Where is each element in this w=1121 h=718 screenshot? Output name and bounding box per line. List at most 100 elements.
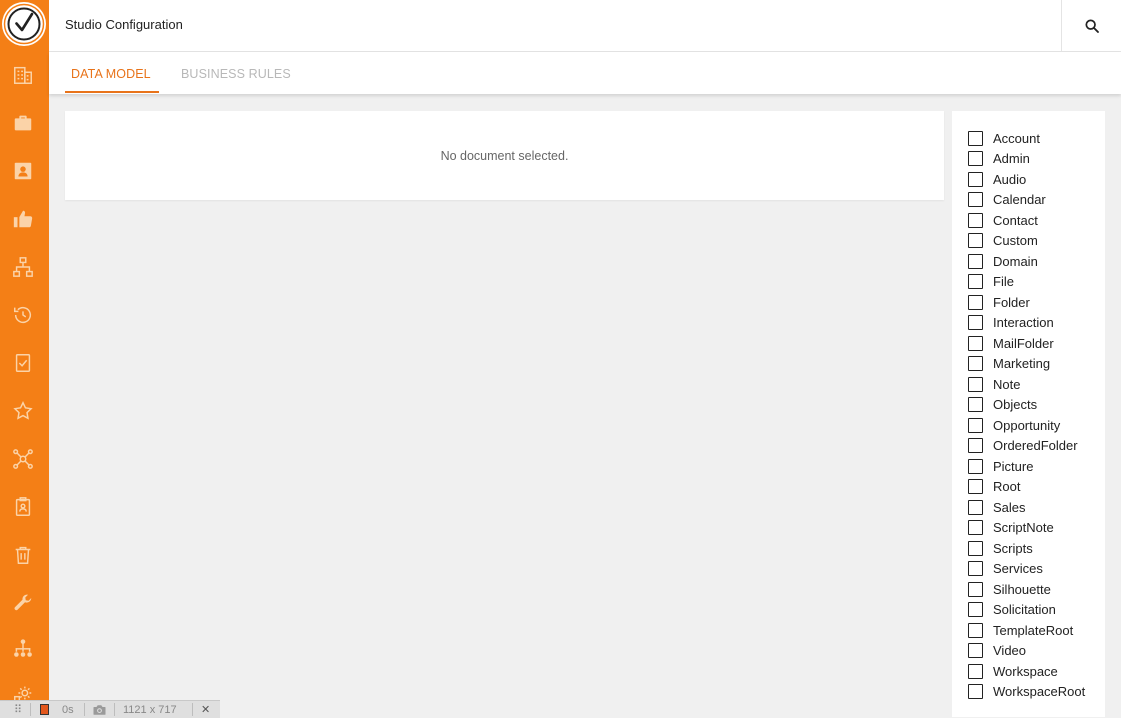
- filter-label: Folder: [993, 294, 1030, 310]
- filter-item[interactable]: Root: [968, 478, 1020, 496]
- search-icon: [1084, 18, 1099, 33]
- filter-item[interactable]: Calendar: [968, 191, 1046, 209]
- filter-checkbox[interactable]: [968, 643, 983, 658]
- filter-item[interactable]: Sales: [968, 498, 1026, 516]
- drag-handle-icon[interactable]: ⠿: [14, 701, 22, 718]
- filter-item[interactable]: Admin: [968, 150, 1030, 168]
- filter-item[interactable]: Video: [968, 642, 1026, 660]
- filter-checkbox[interactable]: [968, 171, 983, 187]
- filter-item[interactable]: Account: [968, 129, 1040, 147]
- filter-checkbox[interactable]: [968, 151, 983, 166]
- filter-label: Scripts: [993, 540, 1033, 556]
- briefcase-icon[interactable]: [10, 110, 36, 136]
- filter-checkbox[interactable]: [968, 602, 983, 617]
- active-tab-indicator: [65, 91, 159, 93]
- filter-checkbox[interactable]: [968, 253, 983, 269]
- filter-label: Opportunity: [993, 417, 1061, 433]
- filter-item[interactable]: Contact: [968, 211, 1038, 229]
- tab-business-rules[interactable]: BUSINESS RULES: [181, 67, 291, 81]
- history-icon[interactable]: [10, 302, 36, 328]
- filter-checkbox[interactable]: [968, 458, 983, 474]
- filter-item[interactable]: ScriptNote: [968, 519, 1054, 537]
- filter-checkbox[interactable]: [968, 315, 983, 330]
- record-indicator-icon[interactable]: [40, 701, 49, 718]
- filter-item[interactable]: Silhouette: [968, 580, 1051, 598]
- filter-label: OrderedFolder: [993, 438, 1078, 453]
- empty-state-message: No document selected.: [440, 149, 569, 163]
- filter-label: Interaction: [993, 315, 1054, 330]
- filter-checkbox[interactable]: [968, 561, 983, 576]
- camera-icon[interactable]: [92, 701, 107, 718]
- wrench-icon[interactable]: [10, 590, 36, 616]
- clipboard-user-icon[interactable]: [10, 494, 36, 520]
- filter-item[interactable]: WorkspaceRoot: [968, 683, 1085, 701]
- dimensions-text: 1121 x 717: [123, 703, 177, 716]
- filter-label: Workspace: [993, 663, 1058, 679]
- filter-item[interactable]: TemplateRoot: [968, 621, 1073, 639]
- filter-item[interactable]: MailFolder: [968, 334, 1054, 352]
- app-logo-icon[interactable]: [1, 1, 47, 47]
- network-icon[interactable]: [10, 446, 36, 472]
- filter-checkbox[interactable]: [968, 397, 983, 412]
- filter-checkbox[interactable]: [968, 520, 983, 535]
- filter-checkbox[interactable]: [968, 479, 983, 494]
- filter-label: Audio: [993, 171, 1027, 187]
- filter-label: Calendar: [993, 192, 1046, 207]
- filter-checkbox[interactable]: [968, 540, 983, 556]
- filter-item[interactable]: Workspace: [968, 662, 1058, 680]
- trash-icon[interactable]: [10, 542, 36, 568]
- filter-label: Contact: [993, 212, 1038, 228]
- filter-label: Domain: [993, 253, 1038, 269]
- filter-checkbox[interactable]: [968, 335, 983, 351]
- filter-item[interactable]: File: [968, 273, 1014, 291]
- filter-checkbox[interactable]: [968, 274, 983, 289]
- filter-item[interactable]: Picture: [968, 457, 1033, 475]
- status-separator: [84, 703, 85, 716]
- filter-checkbox[interactable]: [968, 581, 983, 597]
- filter-checkbox[interactable]: [968, 356, 983, 371]
- filter-label: Marketing: [993, 356, 1051, 371]
- checklist-icon[interactable]: [10, 350, 36, 376]
- filter-label: Solicitation: [993, 602, 1056, 617]
- search-button[interactable]: [1062, 0, 1121, 51]
- filter-checkbox[interactable]: [968, 130, 983, 146]
- filter-checkbox[interactable]: [968, 417, 983, 433]
- close-icon[interactable]: ✕: [201, 701, 210, 718]
- filter-checkbox[interactable]: [968, 499, 983, 515]
- filter-item[interactable]: Marketing: [968, 355, 1050, 373]
- hierarchy-icon[interactable]: [10, 254, 36, 280]
- building-icon[interactable]: [10, 62, 36, 88]
- filter-item[interactable]: Scripts: [968, 539, 1033, 557]
- filter-item[interactable]: Solicitation: [968, 601, 1056, 619]
- filter-label: Account: [993, 130, 1040, 146]
- filter-item[interactable]: Domain: [968, 252, 1038, 270]
- status-separator: [30, 703, 31, 716]
- filter-item[interactable]: OrderedFolder: [968, 437, 1078, 455]
- org-chart-icon[interactable]: [10, 636, 36, 662]
- filter-item[interactable]: Opportunity: [968, 416, 1060, 434]
- filter-item[interactable]: Objects: [968, 396, 1037, 414]
- filter-item[interactable]: Services: [968, 560, 1043, 578]
- filter-checkbox[interactable]: [968, 294, 983, 310]
- filter-label: Picture: [993, 458, 1034, 474]
- filter-checkbox[interactable]: [968, 663, 983, 679]
- filter-item[interactable]: Audio: [968, 170, 1026, 188]
- status-separator: [192, 703, 193, 716]
- filter-item[interactable]: Folder: [968, 293, 1030, 311]
- filter-item[interactable]: Interaction: [968, 314, 1054, 332]
- filter-checkbox[interactable]: [968, 192, 983, 207]
- filter-checkbox[interactable]: [968, 212, 983, 228]
- filter-checkbox[interactable]: [968, 438, 983, 453]
- filter-checkbox[interactable]: [968, 233, 983, 248]
- thumbs-up-icon[interactable]: [10, 206, 36, 232]
- filter-item[interactable]: Note: [968, 375, 1020, 393]
- filter-checkbox[interactable]: [968, 622, 983, 638]
- contact-card-icon[interactable]: [10, 158, 36, 184]
- filter-checkbox[interactable]: [968, 684, 983, 699]
- filter-checkbox[interactable]: [968, 376, 983, 392]
- star-icon[interactable]: [10, 398, 36, 424]
- document-panel: No document selected.: [65, 111, 944, 200]
- filter-item[interactable]: Custom: [968, 232, 1038, 250]
- tab-data-model[interactable]: DATA MODEL: [71, 67, 151, 81]
- filter-label: TemplateRoot: [993, 622, 1074, 638]
